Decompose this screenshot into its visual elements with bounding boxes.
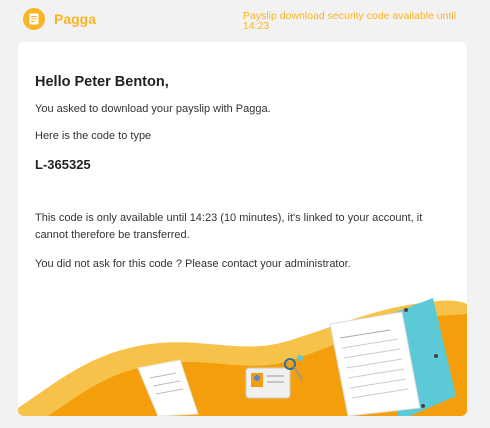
brand-name: Pagga [54,11,97,27]
header-preview-text: Payslip download security code available… [243,10,457,32]
pagga-logo-icon [23,8,45,30]
email-card: Hello Peter Benton, You asked to downloa… [18,42,467,416]
email-header: Pagga Payslip download security code ava… [0,0,490,42]
availability-text: This code is only available until 14:23 … [35,212,423,241]
intro-text: You asked to download your payslip with … [35,103,271,115]
instruction-text: Here is the code to type [35,130,152,142]
id-card-icon [245,367,291,399]
greeting: Hello Peter Benton, [35,74,169,90]
security-code: L-365325 [35,157,91,172]
contact-text: You did not ask for this code ? Please c… [35,258,351,270]
payslip-illustration [18,298,467,416]
